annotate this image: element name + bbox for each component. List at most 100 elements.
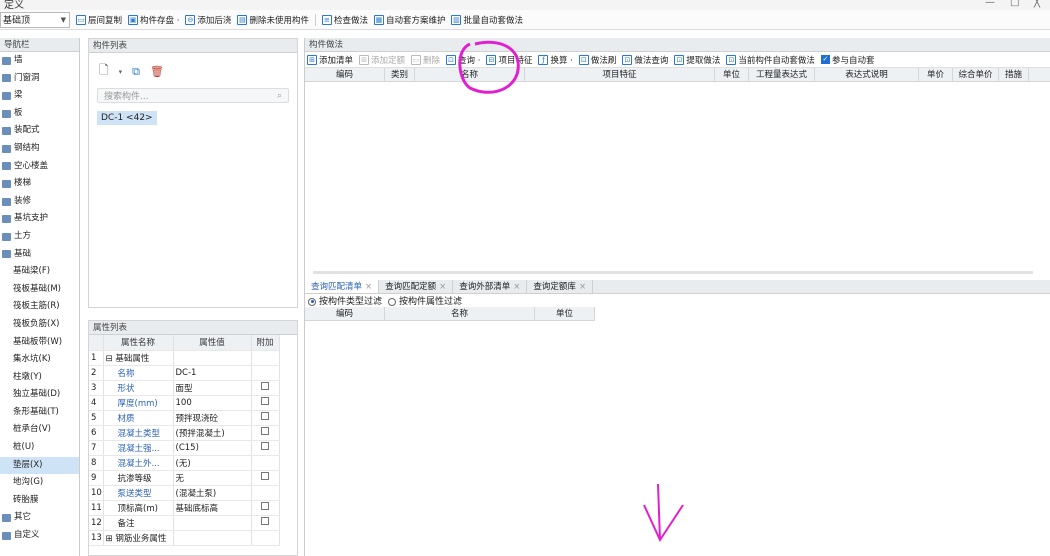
extra-checkbox[interactable] bbox=[261, 502, 269, 510]
method-col[interactable]: 项目特征 bbox=[525, 68, 715, 81]
nav-item[interactable]: 桩承台(V) bbox=[0, 421, 79, 439]
nav-item[interactable]: 筏板基础(M) bbox=[0, 281, 79, 299]
close-icon[interactable]: × bbox=[579, 282, 586, 292]
prop-value[interactable]: 基础底标高 bbox=[173, 500, 252, 516]
property-row[interactable]: 11 顶标高(m) 基础底标高 bbox=[89, 500, 280, 516]
prop-value[interactable] bbox=[173, 350, 252, 366]
property-row[interactable]: 6 混凝土类型 (预拌混凝土) bbox=[89, 425, 280, 441]
chevron-down-icon[interactable]: ▾ bbox=[119, 68, 123, 76]
nav-item[interactable]: 筏板负筋(X) bbox=[0, 316, 79, 334]
method-btn[interactable]: ⊞ 添加清单 bbox=[307, 54, 353, 66]
method-col[interactable]: 名称 bbox=[415, 68, 525, 81]
nav-item[interactable]: 钢结构 bbox=[0, 140, 79, 158]
close-icon[interactable]: × bbox=[365, 282, 372, 292]
nav-item[interactable]: 基础板带(W) bbox=[0, 334, 79, 352]
nav-item[interactable]: 条形基础(T) bbox=[0, 404, 79, 422]
scope-combo[interactable]: 基础顶 ▼ bbox=[0, 11, 70, 28]
nav-item[interactable]: 垫层(X) bbox=[0, 456, 79, 475]
property-row[interactable]: 4 厚度(mm) 100 bbox=[89, 395, 280, 411]
participate-auto-checkbox[interactable]: ✓ 参与自动套 bbox=[820, 54, 874, 66]
prop-value[interactable]: 无 bbox=[173, 470, 252, 486]
method-btn[interactable]: ⊟ 项目特征 bbox=[486, 54, 532, 66]
filter-type-radio[interactable]: 按构件类型过滤 bbox=[308, 294, 382, 307]
prop-value[interactable] bbox=[173, 530, 252, 546]
method-btn[interactable]: ⊡ 做法查询 bbox=[622, 54, 668, 66]
close-icon[interactable]: × bbox=[439, 282, 446, 292]
property-row[interactable]: 10 泵送类型 (混凝土泵) bbox=[89, 485, 280, 501]
extra-checkbox[interactable] bbox=[261, 442, 269, 450]
component-item[interactable]: DC-1 <42> bbox=[97, 111, 157, 125]
query-tab[interactable]: 查询匹配清单 × bbox=[305, 280, 380, 293]
property-row[interactable]: 12 备注 bbox=[89, 515, 280, 531]
nav-item[interactable]: 梁 bbox=[0, 87, 79, 105]
toolbar-btn-delete-unused[interactable]: ▤ 删除未使用构件 bbox=[237, 14, 309, 26]
toolbar-btn-store-component[interactable]: ▣ 构件存盘 · bbox=[128, 14, 179, 26]
method-col[interactable]: 表达式说明 bbox=[815, 68, 919, 81]
delete-icon[interactable]: 🗑 bbox=[150, 65, 164, 78]
nav-item[interactable]: 基础梁(F) bbox=[0, 263, 79, 281]
nav-item[interactable]: 独立基础(D) bbox=[0, 386, 79, 404]
extra-checkbox[interactable] bbox=[261, 427, 269, 435]
query-tab[interactable]: 查询匹配定额 × bbox=[379, 280, 454, 293]
prop-value[interactable]: (预拌混凝土) bbox=[173, 425, 252, 441]
prop-value[interactable]: 100 bbox=[173, 395, 252, 411]
new-component-icon[interactable]: 🗋 bbox=[99, 61, 109, 82]
nav-item[interactable]: 板 bbox=[0, 105, 79, 123]
prop-value[interactable]: 面型 bbox=[173, 380, 252, 396]
method-col[interactable]: 措施 bbox=[999, 68, 1029, 81]
property-row[interactable]: 8 混凝土外... (无) bbox=[89, 455, 280, 471]
extra-checkbox[interactable] bbox=[261, 472, 269, 480]
nav-item[interactable]: 装修 bbox=[0, 193, 79, 211]
maximize-button[interactable]: □ bbox=[1010, 0, 1019, 8]
method-col[interactable]: 单位 bbox=[715, 68, 749, 81]
property-row[interactable]: 3 形状 面型 bbox=[89, 380, 280, 396]
prop-value[interactable]: (C15) bbox=[173, 440, 252, 456]
nav-item[interactable]: 集水坑(K) bbox=[0, 351, 79, 369]
property-row[interactable]: 13 ⊞ 钢筋业务属性 bbox=[89, 530, 280, 546]
method-btn[interactable]: ⊞ 添加定额 bbox=[359, 54, 405, 66]
property-row[interactable]: 7 混凝土强... (C15) bbox=[89, 440, 280, 456]
property-row[interactable]: 1 ⊟ 基础属性 bbox=[89, 350, 280, 366]
prop-value[interactable]: DC-1 bbox=[173, 365, 252, 381]
method-btn[interactable]: ⊡ 当前构件自动套做法 bbox=[726, 54, 815, 66]
minimize-button[interactable]: — bbox=[985, 0, 995, 8]
query-tab[interactable]: 查询外部清单 × bbox=[453, 280, 528, 293]
toolbar-btn-check-method[interactable]: ≡ 检查做法 bbox=[321, 14, 368, 26]
toolbar-btn-add-pour-strip[interactable]: ⊖ 添加后浇 bbox=[185, 14, 231, 26]
nav-item[interactable]: 空心楼盖 bbox=[0, 158, 79, 176]
nav-item[interactable]: 土方 bbox=[0, 228, 79, 246]
method-btn[interactable]: ▭ 删除 bbox=[411, 54, 440, 66]
nav-item[interactable]: 门窗洞 bbox=[0, 70, 79, 88]
query-tab[interactable]: 查询定额库 × bbox=[527, 280, 594, 293]
nav-item[interactable]: 桩(U) bbox=[0, 439, 79, 457]
nav-item[interactable]: 楼梯 bbox=[0, 175, 79, 193]
nav-item[interactable]: 装配式 bbox=[0, 122, 79, 140]
property-row[interactable]: 9 抗渗等级无 bbox=[89, 470, 280, 486]
method-grid-body[interactable] bbox=[305, 82, 1050, 282]
toolbar-btn-batch-auto[interactable]: ▥ 批量自动套做法 bbox=[451, 14, 523, 26]
extra-checkbox[interactable] bbox=[261, 382, 269, 390]
method-btn[interactable]: ⊡ 查询 · bbox=[446, 54, 480, 66]
prop-value[interactable]: (混凝土泵) bbox=[173, 485, 252, 501]
method-col[interactable]: 综合单价 bbox=[953, 68, 999, 81]
method-col[interactable]: 工程量表达式 bbox=[749, 68, 815, 81]
close-icon[interactable]: × bbox=[513, 282, 520, 292]
nav-item[interactable]: 柱墩(Y) bbox=[0, 369, 79, 387]
nav-item[interactable]: 基坑支护 bbox=[0, 210, 79, 228]
prop-value[interactable]: 预拌现浇砼 bbox=[173, 410, 252, 426]
copy-icon[interactable]: ⧉ bbox=[132, 65, 140, 79]
toolbar-btn-copy-floor[interactable]: ▭ 层间复制 bbox=[76, 14, 122, 26]
nav-item[interactable]: 墙 bbox=[0, 52, 79, 70]
toolbar-btn-auto-set[interactable]: ▦ 自动套方案维护 bbox=[373, 14, 445, 26]
property-row[interactable]: 2 名称 DC-1 bbox=[89, 365, 280, 381]
property-row[interactable]: 5 材质 预拌现浇砼 bbox=[89, 410, 280, 426]
close-button[interactable]: ╳ bbox=[1034, 0, 1040, 8]
method-col[interactable]: 单价 bbox=[919, 68, 953, 81]
horizontal-scrollbar[interactable] bbox=[313, 271, 1033, 274]
method-col[interactable]: 编码 bbox=[305, 68, 385, 81]
prop-value[interactable]: (无) bbox=[173, 455, 252, 471]
nav-item[interactable]: 筏板主筋(R) bbox=[0, 298, 79, 316]
nav-item[interactable]: 基础 bbox=[0, 246, 79, 264]
filter-attr-radio[interactable]: 按构件属性过滤 bbox=[388, 294, 462, 307]
nav-item[interactable]: 地沟(G) bbox=[0, 474, 79, 492]
